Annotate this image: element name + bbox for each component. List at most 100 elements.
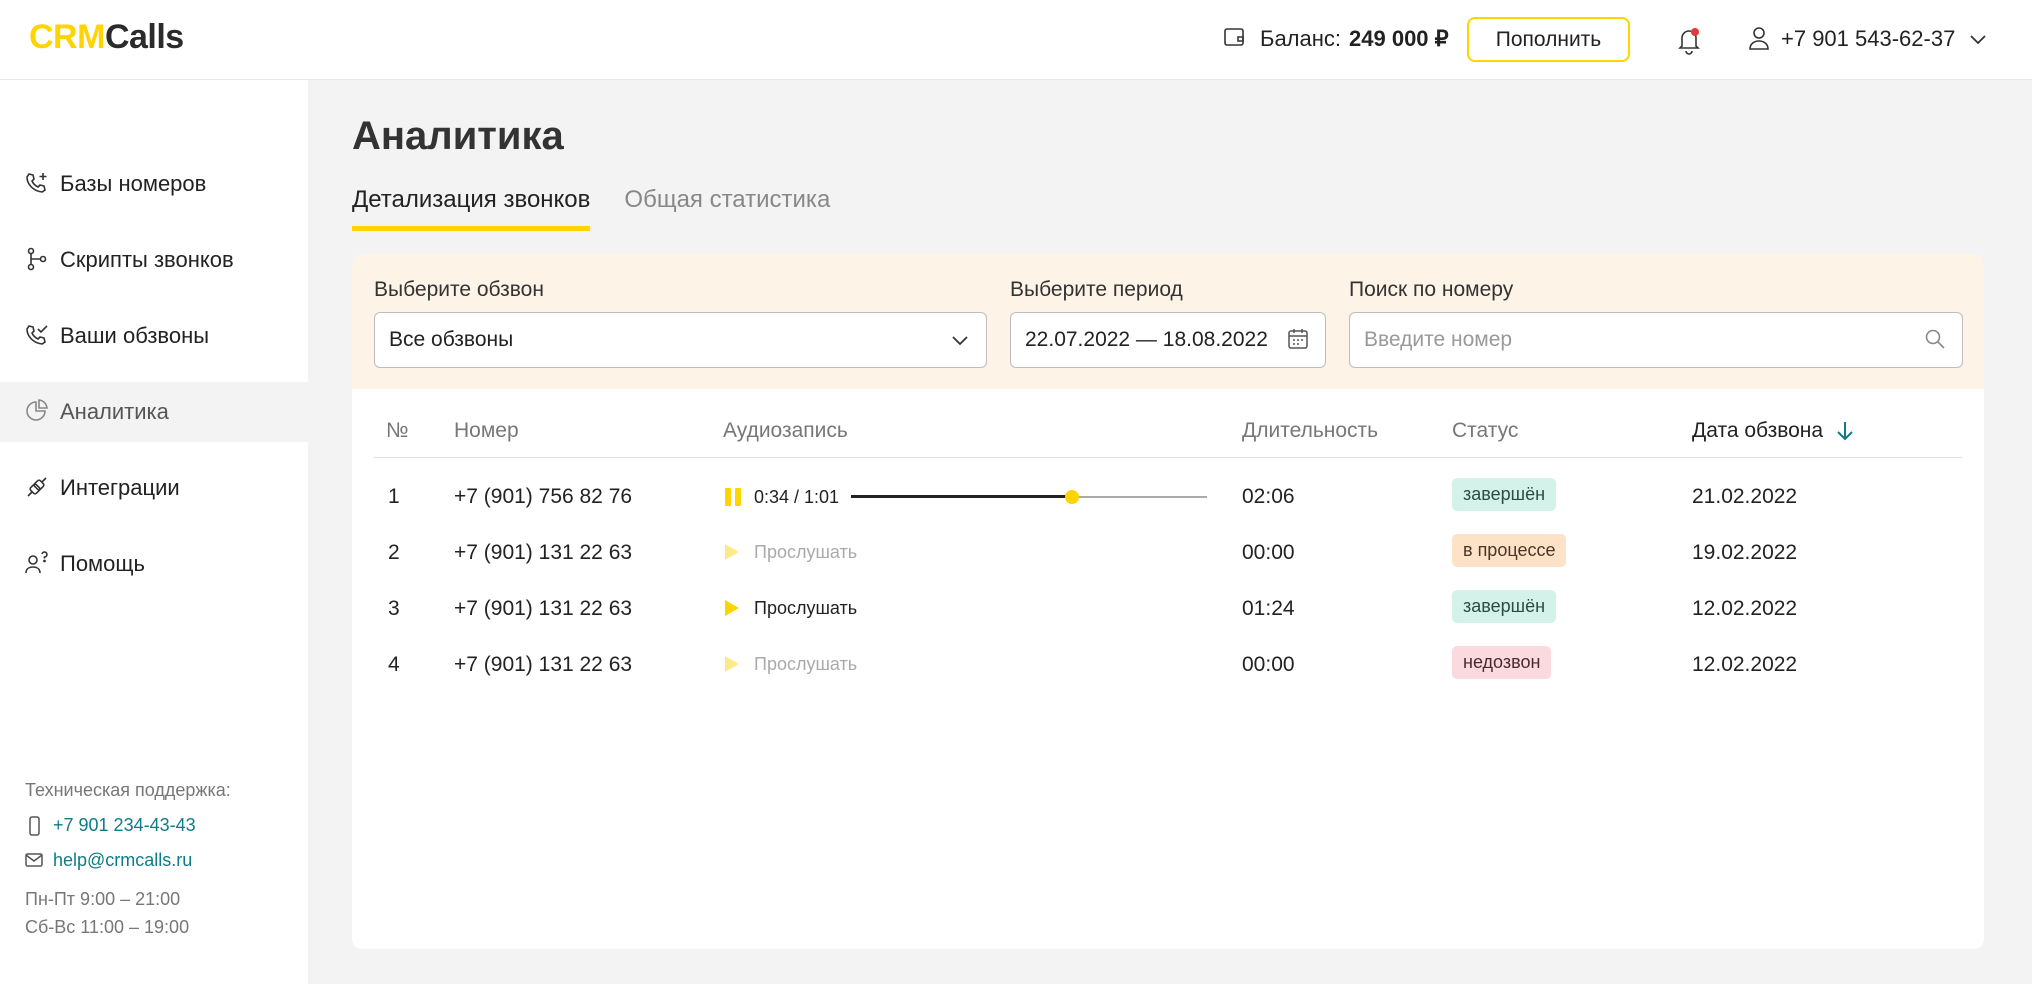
branch-icon (24, 246, 52, 274)
search-placeholder: Введите номер (1364, 328, 1513, 351)
tab-call-details[interactable]: Детализация звонков (352, 186, 591, 231)
column-header-phone[interactable]: Номер (454, 419, 519, 443)
listen-button[interactable]: Прослушать (724, 542, 857, 563)
sidebar-item-label: Интеграции (60, 475, 180, 500)
logo-calls: Calls (104, 18, 184, 56)
period-label: Выберите период (1010, 278, 1183, 301)
listen-label: Прослушать (754, 542, 858, 562)
row-date: 21.02.2022 (1692, 485, 1798, 508)
campaign-value: Все обзвоны (389, 328, 514, 351)
analytics-icon (24, 398, 52, 426)
table-header-divider (374, 457, 1962, 458)
help-icon (24, 550, 52, 578)
sidebar-item-label: Ваши обзвоны (60, 323, 210, 348)
sidebar-item-phone-bases[interactable]: Базы номеров (0, 154, 308, 214)
row-date: 12.02.2022 (1692, 597, 1798, 620)
row-duration: 01:24 (1242, 597, 1295, 620)
user-icon (1747, 25, 1773, 53)
balance-amount: 249 000 ₽ (1349, 26, 1449, 51)
balance-label: Баланс: (1260, 26, 1342, 51)
user-phone: +7 901 543-62-37 (1781, 26, 1956, 51)
calls-table: № Номер Аудиозапись Длительность Статус … (352, 389, 1984, 949)
balance: Баланс: 249 000 ₽ (1222, 25, 1449, 53)
period-filter: Выберите период 22.07.2022 — 18.08.2022 (1010, 278, 1326, 368)
column-header-date-label: Дата обзвона (1692, 419, 1824, 442)
pause-icon[interactable] (724, 487, 742, 507)
logo-crm: CRM (29, 18, 105, 56)
status-badge: завершён (1452, 590, 1557, 623)
row-phone: +7 (901) 131 22 63 (454, 597, 633, 620)
support-hours-weekdays: Пн-Пт 9:00 – 21:00 (25, 889, 181, 909)
sidebar-item-help[interactable]: Помощь (0, 534, 308, 594)
search-icon[interactable] (1924, 328, 1948, 352)
campaign-select[interactable]: Все обзвоны (374, 312, 987, 368)
search-filter: Поиск по номеру Введите номер (1349, 278, 1963, 368)
bell-icon[interactable] (1675, 25, 1703, 55)
listen-label: Прослушать (754, 598, 858, 618)
sidebar-item-analytics[interactable]: Аналитика (0, 382, 308, 442)
search-label: Поиск по номеру (1349, 278, 1514, 301)
support-phone[interactable]: +7 901 234-43-43 (53, 815, 196, 836)
filters-panel: Выберите обзвон Все обзвоны Выберите пер… (352, 254, 1984, 389)
row-date: 19.02.2022 (1692, 541, 1798, 564)
row-duration: 00:00 (1242, 653, 1295, 676)
audio-progress-slider[interactable] (851, 486, 1208, 508)
listen-button[interactable]: Прослушать (724, 598, 857, 619)
row-index: 2 (388, 541, 400, 564)
listen-button[interactable]: Прослушать (724, 654, 857, 675)
column-header-date[interactable]: Дата обзвона (1692, 419, 1855, 443)
sort-arrow-down-icon[interactable] (1835, 420, 1855, 442)
sidebar-item-label: Помощь (60, 551, 145, 576)
row-duration: 02:06 (1242, 485, 1295, 508)
mail-icon (25, 851, 45, 871)
mobile-icon (25, 815, 45, 836)
logo[interactable]: CRMCalls (29, 18, 184, 57)
sidebar-item-call-scripts[interactable]: Скрипты звонков (0, 230, 308, 290)
topup-button[interactable]: Пополнить (1467, 17, 1630, 62)
calendar-icon (1287, 328, 1311, 352)
support-hours-weekend: Сб-Вс 11:00 – 19:00 (25, 917, 190, 937)
column-header-duration[interactable]: Длительность (1242, 419, 1378, 443)
top-header: CRMCalls Баланс: 249 000 ₽ Пополнить +7 … (0, 0, 2032, 80)
row-duration: 00:00 (1242, 541, 1295, 564)
search-input[interactable]: Введите номер (1349, 312, 1963, 368)
audio-time: 0:34 / 1:01 (754, 486, 840, 507)
support-email[interactable]: help@crmcalls.ru (53, 850, 192, 871)
sidebar-item-label: Аналитика (60, 399, 169, 424)
row-phone: +7 (901) 756 82 76 (454, 485, 633, 508)
phone-plus-icon (24, 170, 52, 198)
audio-progress-knob[interactable] (1064, 490, 1079, 504)
column-header-number-index: № (386, 419, 409, 442)
row-phone: +7 (901) 131 22 63 (454, 541, 633, 564)
row-index: 4 (388, 653, 400, 676)
support-block: Техническая поддержка: +7 901 234-43-43 … (25, 780, 231, 941)
support-email-row[interactable]: help@crmcalls.ru (25, 850, 231, 871)
wallet-icon (1222, 25, 1250, 53)
support-phone-row[interactable]: +7 901 234-43-43 (25, 815, 231, 836)
page-title: Аналитика (352, 114, 564, 158)
column-header-audio: Аудиозапись (723, 419, 848, 442)
plug-icon (24, 474, 52, 502)
row-date: 12.02.2022 (1692, 653, 1798, 676)
listen-label: Прослушать (754, 654, 858, 674)
sidebar-item-label: Скрипты звонков (60, 247, 234, 272)
user-menu[interactable]: +7 901 543-62-37 (1747, 25, 1989, 53)
sidebar-item-your-calls[interactable]: Ваши обзвоны (0, 306, 308, 366)
play-icon (724, 599, 742, 619)
play-icon (724, 655, 742, 675)
campaign-label: Выберите обзвон (374, 278, 544, 301)
sidebar-item-label: Базы номеров (60, 171, 207, 196)
column-header-status[interactable]: Статус (1452, 419, 1518, 443)
play-icon (724, 543, 742, 563)
row-index: 1 (388, 485, 400, 508)
support-title: Техническая поддержка: (25, 780, 231, 800)
status-badge: недозвон (1452, 646, 1552, 679)
period-picker[interactable]: 22.07.2022 — 18.08.2022 (1010, 312, 1326, 368)
tabs: Детализация звонков Общая статистика (352, 186, 864, 231)
chevron-down-icon (1967, 28, 1989, 50)
campaign-filter: Выберите обзвон Все обзвоны (374, 278, 987, 368)
sidebar-item-integrations[interactable]: Интеграции (0, 458, 308, 518)
chevron-down-icon (948, 328, 972, 352)
audio-progress-fill (851, 495, 1072, 498)
tab-general-stats[interactable]: Общая статистика (624, 186, 830, 231)
